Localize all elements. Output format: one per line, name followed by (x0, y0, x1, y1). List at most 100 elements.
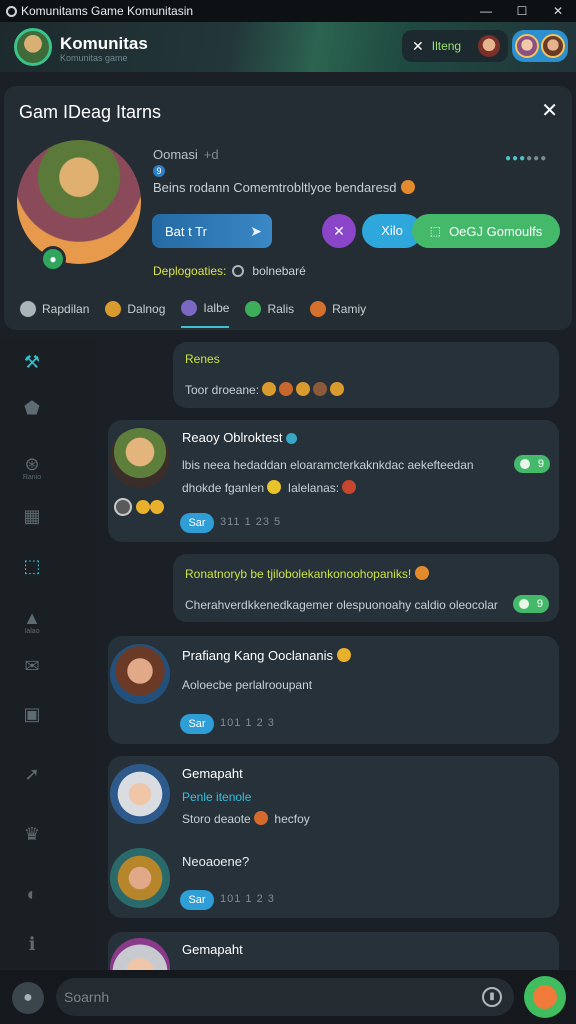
post-author-name: Prafiang Kang Ooclananis (182, 648, 334, 663)
community-description-text: Beins rodann Comemtrobltlyoe bendaresd (153, 180, 397, 195)
community-label: Oomasi +d (153, 147, 219, 162)
bottom-bar: ● ▮ (0, 970, 576, 1024)
app-header: Komunitas Komunitas game ✕ Ilteng (0, 22, 576, 72)
info-icon[interactable]: ℹ (14, 926, 50, 962)
profile-switcher[interactable] (512, 30, 568, 62)
post-author: Gemapaht (182, 766, 243, 781)
tab-label: Ramiy (332, 302, 367, 316)
community-action-button[interactable]: ⬚ OeGJ Gomoulfs (412, 214, 560, 248)
post-card[interactable]: Prafiang Kang Ooclananis Aoloecbe perlal… (108, 636, 559, 744)
tab-label: Ialbe (203, 301, 230, 315)
avatar[interactable] (110, 644, 170, 704)
post-timestamp: 101 1 2 3 (220, 893, 275, 905)
emoji-icon (267, 480, 282, 494)
join-button[interactable]: Bat t Tr ➤ (152, 214, 272, 248)
like-count[interactable]: 9 (514, 455, 550, 473)
app-title: Komunitas (60, 34, 148, 53)
chest-icon[interactable]: ▣ (14, 696, 50, 732)
emoji-icon (296, 382, 311, 396)
tab-5[interactable]: Ramiy (310, 298, 366, 328)
post-card[interactable]: Renes Toor droeane: (173, 342, 559, 408)
header-pill-label: Ilteng (431, 39, 462, 53)
community-label-extra: +d (203, 147, 219, 162)
crown-icon[interactable]: ♛ (14, 816, 50, 852)
post-author: Reaoy Oblroktest (182, 430, 300, 445)
emoji-icon (414, 566, 429, 580)
tab-label: Rapdilan (42, 302, 90, 316)
post-author: Prafiang Kang Ooclananis (182, 648, 354, 663)
pagination-dots[interactable]: ●●●●●● (505, 153, 547, 164)
post-card[interactable]: Gemapaht (108, 932, 559, 972)
window-controls: — ☐ ✕ (468, 0, 576, 22)
hammer-icon[interactable]: ⚒ (14, 344, 50, 380)
alert-icon[interactable]: ▲ Ialao (14, 600, 50, 636)
online-status-icon: ● (40, 246, 66, 272)
create-post-button[interactable] (524, 976, 566, 1018)
mail-icon[interactable]: ✉ (14, 648, 50, 684)
meta-label: Deplogoaties: (153, 264, 227, 278)
search-input[interactable] (64, 978, 464, 1016)
post-author-name: Reaoy Oblroktest (182, 430, 283, 445)
calendar-icon[interactable]: ▦ (14, 498, 50, 534)
emoji-icon (400, 180, 415, 194)
minimize-icon[interactable]: — (468, 0, 504, 22)
tab-1[interactable]: Rapdilan (20, 298, 89, 328)
tab-2[interactable]: Dalnog (105, 298, 165, 328)
send-icon: ➤ (250, 222, 262, 239)
clock-icon[interactable]: ◐ (14, 876, 50, 912)
avatar[interactable] (110, 938, 170, 972)
reply-button[interactable]: Sar (180, 513, 214, 533)
tab-3[interactable]: Ialbe (181, 298, 230, 328)
verified-icon (286, 433, 298, 444)
post-text-content: hecfoy (274, 812, 310, 826)
reply-text: Neoaoene? (182, 854, 250, 869)
sidebar-label: Ranio (22, 474, 42, 481)
tab-icon (105, 301, 122, 317)
post-card[interactable]: Ronatnoryb be tjilobolekankonoohopaniks!… (173, 554, 559, 622)
member-badge: 9 (153, 165, 165, 177)
coin-icon (150, 500, 164, 514)
tab-icon (181, 300, 198, 316)
avatar[interactable] (110, 428, 170, 488)
close-icon[interactable]: ✕ (540, 0, 576, 22)
gamepad-icon[interactable]: ⊛ Ranio (14, 446, 50, 482)
post-timestamp: 311 1 23 5 (220, 516, 282, 528)
post-card[interactable]: Gemapaht Penle itenole Storo deaote hecf… (108, 756, 559, 918)
search-box: ▮ (56, 978, 514, 1016)
post-timestamp: 101 1 2 3 (220, 717, 275, 729)
header-status-pill[interactable]: ✕ Ilteng (402, 30, 508, 62)
close-icon[interactable]: ✕ (541, 98, 558, 123)
avatar (541, 34, 565, 58)
post-text-content: dhokde fganlen (182, 481, 265, 495)
avatar[interactable] (110, 764, 170, 824)
reply-button[interactable]: Sar (180, 714, 214, 734)
post-card[interactable]: Reaoy Oblroktest lbis neea hedaddan eloa… (108, 420, 559, 542)
tab-icon (310, 301, 327, 317)
maximize-icon[interactable]: ☐ (504, 0, 540, 22)
user-icon[interactable]: ● (12, 982, 44, 1014)
emoji-icon (342, 480, 357, 494)
globe-icon (232, 265, 245, 277)
shield-icon[interactable]: ⬟ (14, 390, 50, 426)
tab-4[interactable]: Ralis (245, 298, 294, 328)
community-label-text: Oomasi (153, 147, 198, 162)
community-description: Beins rodann Comemtrobltlyoe bendaresd (153, 180, 418, 195)
emoji-icon (279, 382, 294, 396)
voice-icon[interactable]: ▮ (482, 987, 502, 1007)
share-button[interactable]: ✕ (322, 214, 356, 248)
puzzle-icon[interactable]: ⬚ (14, 548, 50, 584)
reply-button[interactable]: Sar (180, 890, 214, 910)
post-text-content: Storo deaote (182, 812, 251, 826)
window-titlebar: Komunitams Game Komunitasin — ☐ ✕ (0, 0, 576, 22)
post-text: Cherahverdkkenedkagemer olespuonoahy cal… (185, 598, 498, 612)
post-title: Ronatnoryb be tjilobolekankonoohopaniks! (185, 566, 432, 581)
gamepad-glyph: ⊛ (24, 454, 40, 474)
alert-glyph: ▲ (23, 608, 41, 628)
arrow-icon[interactable]: ➚ (14, 756, 50, 792)
community-meta: Deplogoaties: bolnebaré (153, 264, 306, 278)
community-action-label: OeGJ Gomoulfs (449, 223, 543, 239)
app-logo[interactable] (14, 28, 52, 66)
window-title: Komunitams Game Komunitasin (21, 4, 194, 18)
like-count[interactable]: 9 (513, 595, 549, 613)
avatar[interactable] (110, 848, 170, 908)
